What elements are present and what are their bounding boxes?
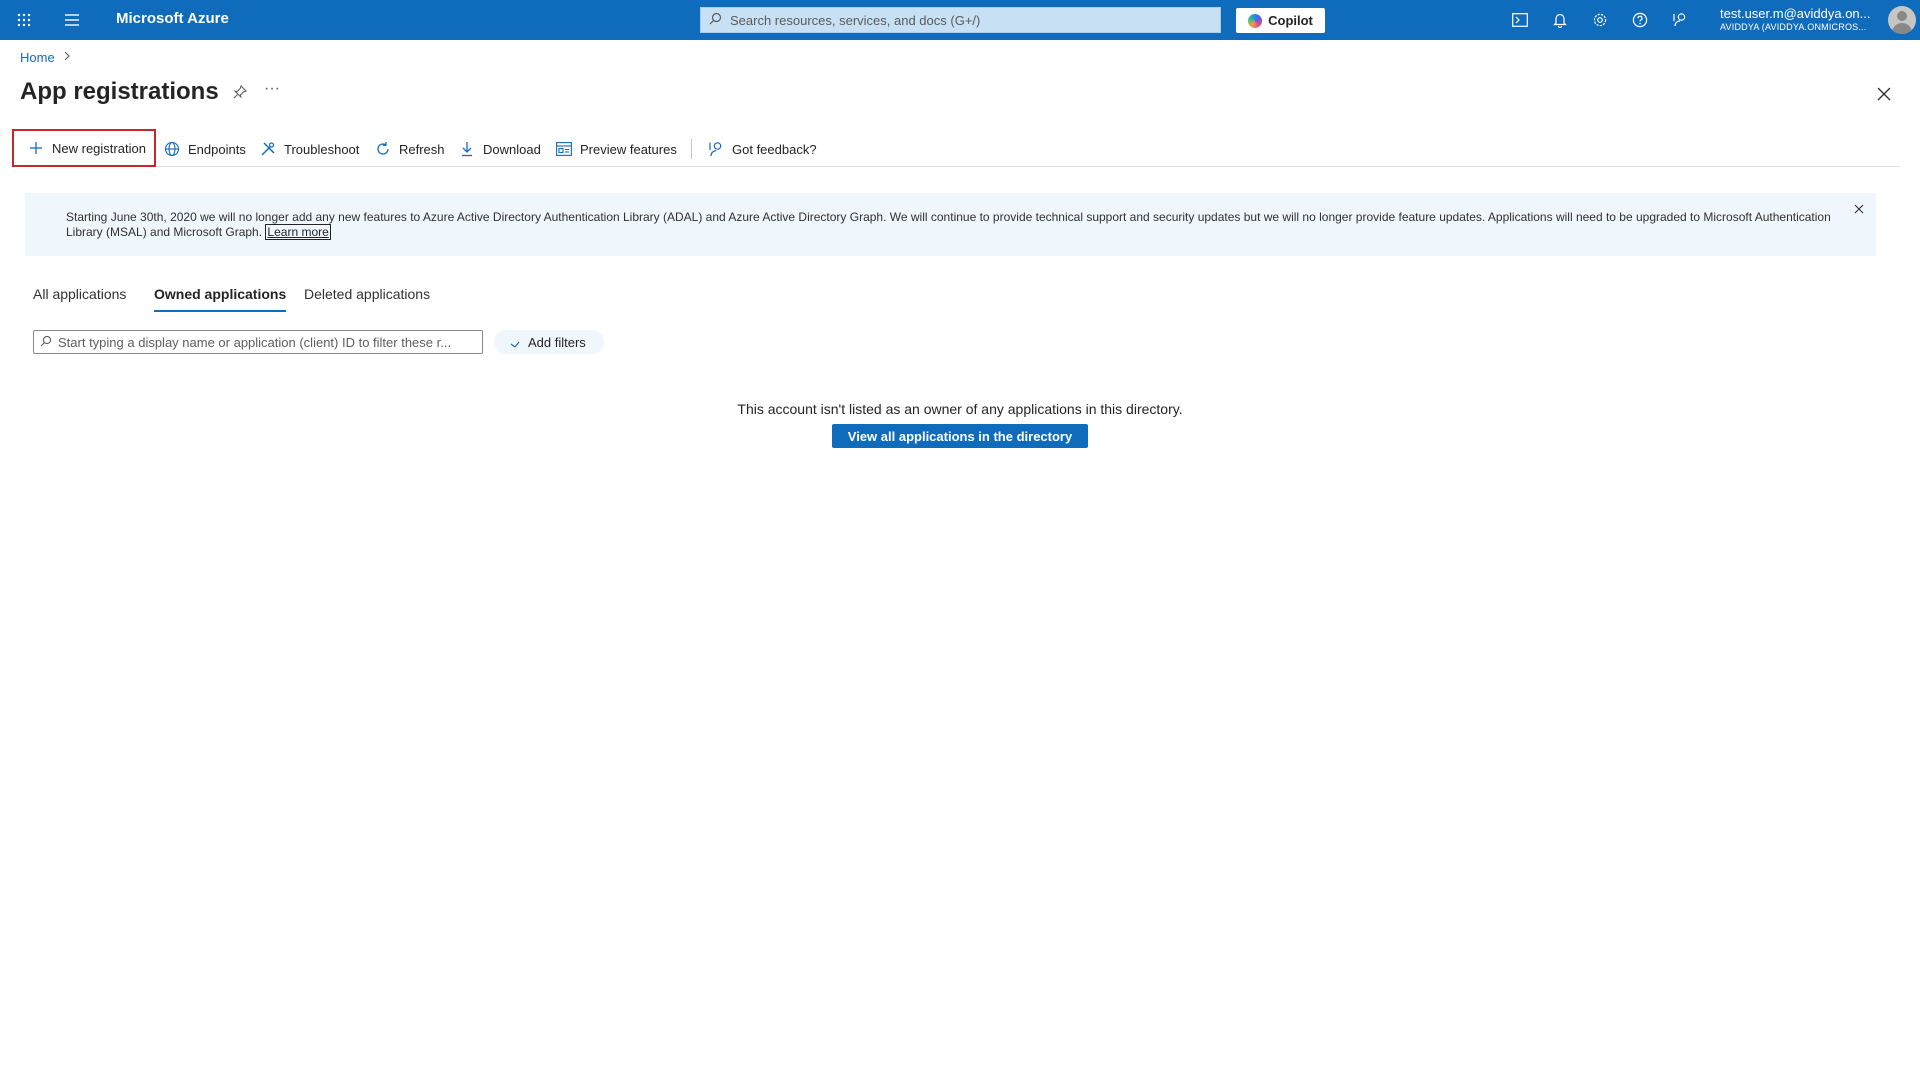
tab-owned-applications[interactable]: Owned applications xyxy=(154,286,287,312)
close-banner-icon[interactable] xyxy=(1852,202,1866,216)
endpoints-button[interactable]: Endpoints xyxy=(164,131,246,167)
filter-icon xyxy=(508,335,522,349)
gear-icon[interactable] xyxy=(1589,9,1611,31)
download-icon xyxy=(459,141,475,157)
command-separator xyxy=(691,139,692,159)
empty-state-message: This account isn't listed as an owner of… xyxy=(737,401,1183,417)
feedback-icon[interactable] xyxy=(1669,9,1691,31)
help-icon[interactable] xyxy=(1629,9,1651,31)
search-icon xyxy=(709,12,722,28)
wrench-icon xyxy=(260,141,276,157)
breadcrumb: Home xyxy=(20,50,71,65)
copilot-icon xyxy=(1248,13,1263,28)
preview-features-button[interactable]: Preview features xyxy=(556,131,677,167)
close-icon[interactable] xyxy=(1872,82,1896,106)
waffle-icon[interactable] xyxy=(12,8,36,32)
global-search-input[interactable]: Search resources, services, and docs (G+… xyxy=(700,7,1221,33)
feedback-label: Got feedback? xyxy=(732,141,817,157)
refresh-button[interactable]: Refresh xyxy=(375,131,445,167)
new-registration-button[interactable]: New registration xyxy=(12,129,156,167)
globe-icon xyxy=(164,141,180,157)
chevron-right-icon xyxy=(63,51,71,64)
refresh-label: Refresh xyxy=(399,141,445,157)
feedback-person-icon xyxy=(708,141,724,157)
troubleshoot-label: Troubleshoot xyxy=(284,141,360,157)
search-icon xyxy=(40,335,52,350)
download-button[interactable]: Download xyxy=(459,131,541,167)
tab-all-applications[interactable]: All applications xyxy=(33,286,126,302)
search-placeholder: Search resources, services, and docs (G+… xyxy=(730,12,981,28)
troubleshoot-button[interactable]: Troubleshoot xyxy=(260,131,359,167)
preview-icon xyxy=(556,141,572,157)
filter-input[interactable]: Start typing a display name or applicati… xyxy=(33,330,483,354)
endpoints-label: Endpoints xyxy=(188,141,246,157)
brand-title[interactable]: Microsoft Azure xyxy=(116,10,229,27)
top-bar: Microsoft Azure Search resources, servic… xyxy=(0,0,1920,40)
bell-icon[interactable] xyxy=(1549,9,1571,31)
cloud-shell-icon[interactable] xyxy=(1509,9,1531,31)
learn-more-link[interactable]: Learn more xyxy=(265,224,331,240)
account-user: test.user.m@aviddya.on... xyxy=(1720,6,1871,21)
view-all-applications-button[interactable]: View all applications in the directory xyxy=(832,424,1088,448)
filter-placeholder: Start typing a display name or applicati… xyxy=(58,334,452,350)
copilot-label: Copilot xyxy=(1268,13,1313,28)
download-label: Download xyxy=(483,141,541,157)
refresh-icon xyxy=(375,141,391,157)
preview-features-label: Preview features xyxy=(580,141,677,157)
hamburger-icon[interactable] xyxy=(60,8,84,32)
account-tenant: AVIDDYA (AVIDDYA.ONMICROS... xyxy=(1720,22,1867,32)
copilot-button[interactable]: Copilot xyxy=(1236,8,1325,33)
tab-deleted-applications[interactable]: Deleted applications xyxy=(304,286,430,302)
avatar[interactable] xyxy=(1888,6,1916,34)
banner-text: Starting June 30th, 2020 we will no long… xyxy=(66,210,1856,240)
account-menu[interactable]: test.user.m@aviddya.on... AVIDDYA (AVIDD… xyxy=(1720,6,1871,32)
feedback-button[interactable]: Got feedback? xyxy=(708,131,817,167)
add-filters-label: Add filters xyxy=(528,334,586,350)
page-title: App registrations xyxy=(20,78,219,105)
new-registration-label: New registration xyxy=(52,140,146,156)
adal-deprecation-banner: Starting June 30th, 2020 we will no long… xyxy=(25,193,1876,256)
add-filters-button[interactable]: Add filters xyxy=(494,330,604,354)
command-bar: New registration Endpoints Troubleshoot … xyxy=(12,129,1900,167)
plus-icon xyxy=(28,140,44,156)
breadcrumb-home[interactable]: Home xyxy=(20,50,55,65)
pin-icon[interactable] xyxy=(230,82,250,102)
more-options-icon[interactable]: ··· xyxy=(262,81,282,102)
